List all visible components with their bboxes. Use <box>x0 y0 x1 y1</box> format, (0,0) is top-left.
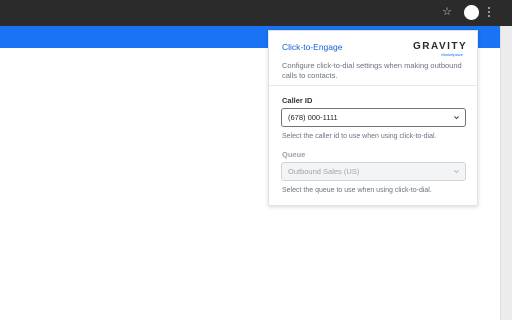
chevron-down-icon <box>454 116 459 120</box>
queue-hint: Select the queue to use when using click… <box>282 187 432 194</box>
browser-toolbar: ☆ <box>0 0 512 26</box>
queue-label: Queue <box>282 150 306 159</box>
caller-id-value: (678) 000-1111 <box>288 113 338 122</box>
page-scrollbar[interactable] <box>500 26 512 320</box>
caller-id-select[interactable]: (678) 000-1111 <box>281 108 466 127</box>
logo-subtitle: Marketplace <box>441 52 463 57</box>
menu-icon[interactable] <box>486 5 492 20</box>
chevron-down-icon <box>454 170 459 174</box>
gravity-logo: GRAVITY Marketplace <box>413 41 468 59</box>
caller-id-label: Caller ID <box>282 96 313 105</box>
divider <box>269 85 477 86</box>
logo-wordmark: GRAVITY <box>413 41 468 52</box>
star-icon[interactable]: ☆ <box>441 6 453 18</box>
queue-select[interactable]: Outbound Sales (US) <box>281 162 466 181</box>
extension-popup: Click-to-Engage GRAVITY Marketplace Conf… <box>268 30 478 206</box>
caller-id-hint: Select the caller id to use when using c… <box>282 133 437 140</box>
avatar[interactable] <box>464 5 479 20</box>
queue-value: Outbound Sales (US) <box>288 167 360 176</box>
popup-description: Configure click-to-dial settings when ma… <box>282 61 462 80</box>
popup-title: Click-to-Engage <box>282 42 343 52</box>
